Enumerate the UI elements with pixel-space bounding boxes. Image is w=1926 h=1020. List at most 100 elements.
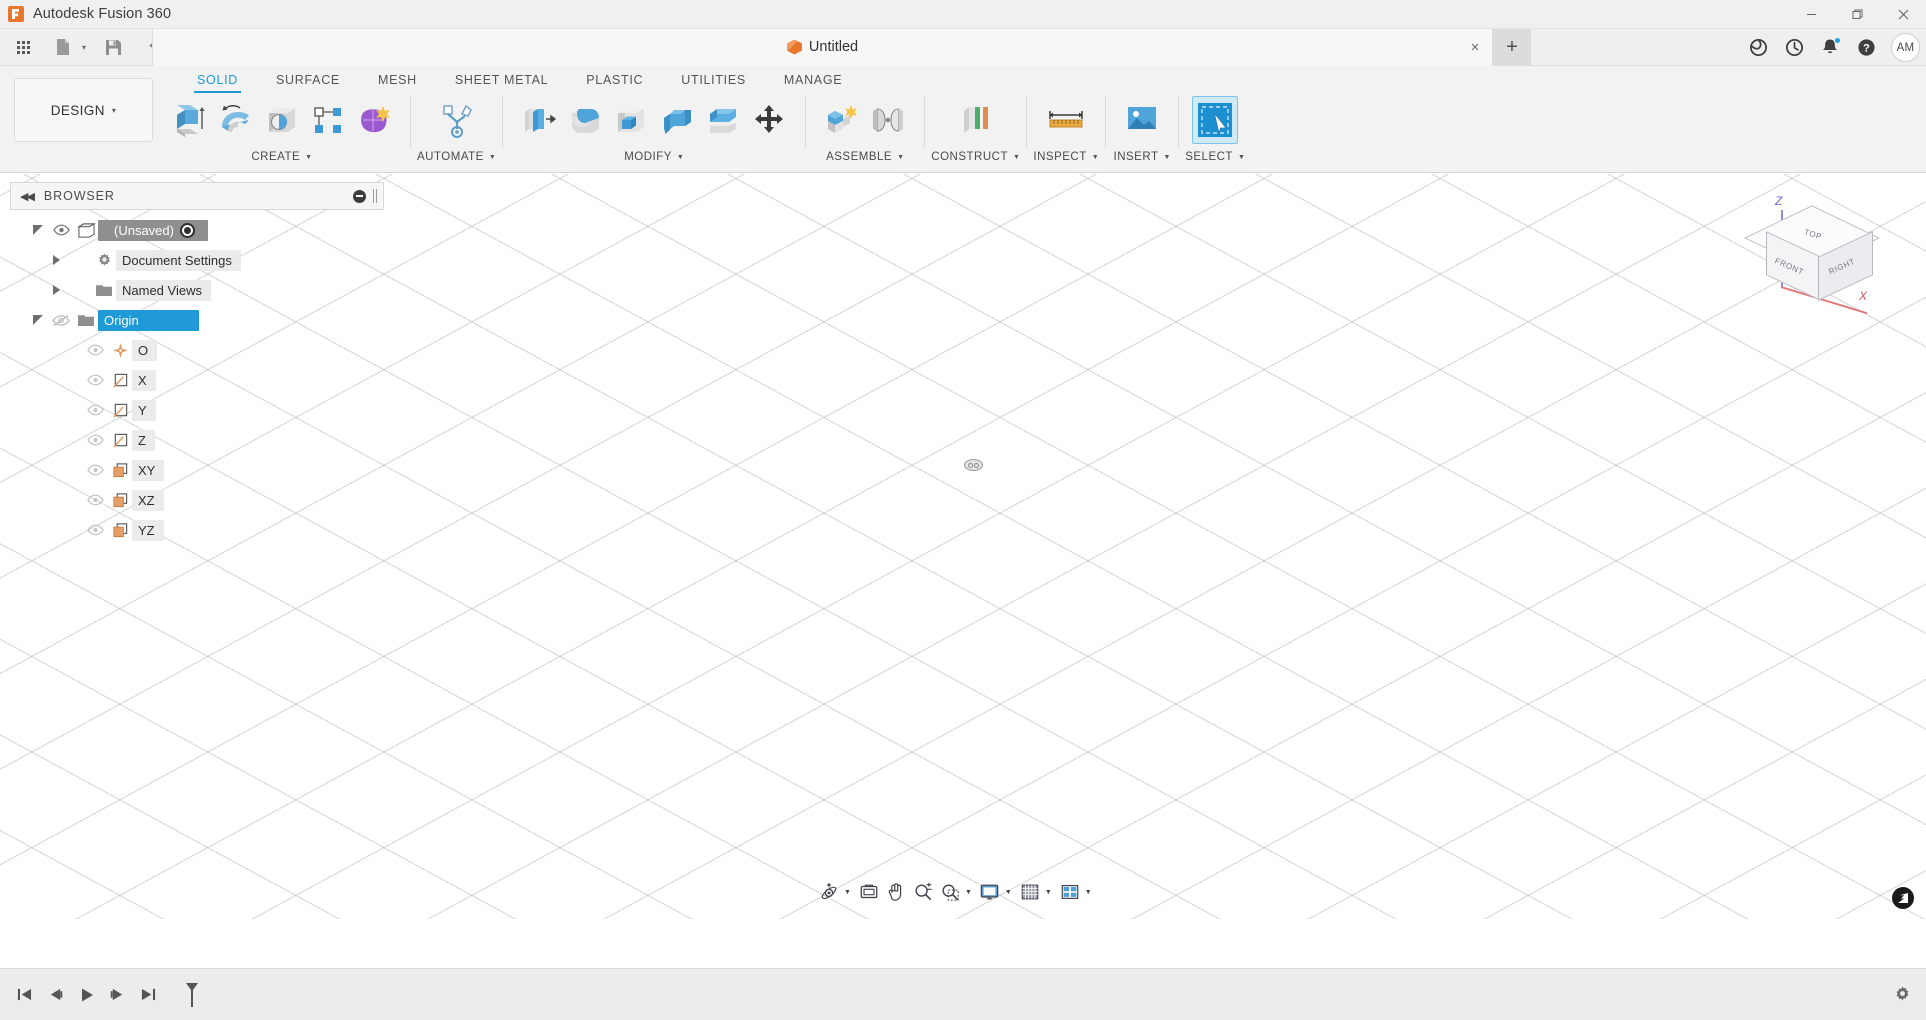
- viewport-layout-icon[interactable]: [1057, 879, 1083, 905]
- extensions-icon[interactable]: [1741, 31, 1775, 65]
- fillet-tool[interactable]: [562, 96, 608, 144]
- close-icon[interactable]: [1880, 0, 1926, 29]
- orbit-icon[interactable]: [816, 879, 842, 905]
- minimize-icon[interactable]: [1788, 0, 1834, 29]
- recent-icon[interactable]: [1777, 31, 1811, 65]
- tab-sheet-metal[interactable]: SHEET METAL: [436, 66, 567, 94]
- visibility-eye-icon[interactable]: [82, 485, 108, 515]
- panel-insert-label[interactable]: INSERT ▼: [1114, 151, 1171, 163]
- look-at-icon[interactable]: [856, 879, 882, 905]
- help-icon[interactable]: ?: [1849, 31, 1883, 65]
- file-icon[interactable]: [48, 32, 78, 62]
- tree-item-document-settings[interactable]: Document Settings: [10, 245, 384, 275]
- insert-image-tool[interactable]: [1119, 96, 1165, 144]
- zoom-window-icon[interactable]: [937, 879, 963, 905]
- visibility-eye-icon[interactable]: [82, 335, 108, 365]
- timeline-marker[interactable]: [176, 979, 207, 1010]
- combine-tool[interactable]: [654, 96, 700, 144]
- tab-solid[interactable]: SOLID: [178, 66, 257, 94]
- measure-tool[interactable]: [1043, 96, 1089, 144]
- viewport-layout-caret-icon[interactable]: ▼: [1084, 889, 1096, 896]
- panel-modify-label[interactable]: MODIFY ▼: [624, 151, 684, 163]
- activate-component-radio[interactable]: [179, 222, 195, 238]
- zoom-window-caret-icon[interactable]: ▼: [964, 889, 976, 896]
- orbit-caret-icon[interactable]: ▼: [843, 889, 855, 896]
- grid-snaps-caret-icon[interactable]: ▼: [1044, 889, 1056, 896]
- display-settings-icon[interactable]: [977, 879, 1003, 905]
- tab-surface[interactable]: SURFACE: [257, 66, 359, 94]
- collapse-left-icon[interactable]: ◀◀: [20, 190, 35, 203]
- file-caret-icon[interactable]: ▾: [78, 32, 90, 62]
- visibility-eye-icon[interactable]: [82, 515, 108, 545]
- select-tool[interactable]: [1192, 96, 1239, 144]
- view-cube[interactable]: Z X TOP FRONT RIGHT: [1744, 194, 1880, 315]
- visibility-eye-icon[interactable]: [82, 365, 108, 395]
- tab-plastic[interactable]: PLASTIC: [567, 66, 662, 94]
- close-icon[interactable]: ×: [1466, 38, 1484, 56]
- autodesk-badge-icon[interactable]: [1892, 887, 1914, 909]
- timeline-step-forward-button[interactable]: [102, 979, 133, 1010]
- avatar[interactable]: AM: [1891, 33, 1920, 62]
- timeline-go-end-button[interactable]: [133, 979, 164, 1010]
- revolve-tool[interactable]: [213, 96, 259, 144]
- visibility-eye-icon[interactable]: [82, 425, 108, 455]
- tab-utilities[interactable]: UTILITIES: [662, 66, 765, 94]
- shell-tool[interactable]: [608, 96, 654, 144]
- panel-assemble-label[interactable]: ASSEMBLE ▼: [826, 151, 904, 163]
- create-sketch-tool[interactable]: [305, 96, 351, 144]
- joint-tool[interactable]: [865, 96, 911, 144]
- new-component-tool[interactable]: [819, 96, 865, 144]
- expand-triangle-icon[interactable]: [46, 245, 66, 275]
- gear-icon[interactable]: [1893, 985, 1912, 1004]
- grid-snaps-icon[interactable]: [1017, 879, 1043, 905]
- minus-circle-icon[interactable]: [353, 189, 366, 203]
- maximize-icon[interactable]: [1834, 0, 1880, 29]
- tree-item-plane-yz[interactable]: YZ: [10, 515, 384, 545]
- hole-tool[interactable]: [259, 96, 305, 144]
- visibility-eye-icon[interactable]: [48, 215, 74, 245]
- tree-item-axis-y[interactable]: Y: [10, 395, 384, 425]
- tree-item-plane-xz[interactable]: XZ: [10, 485, 384, 515]
- create-form-tool[interactable]: [351, 96, 397, 144]
- expand-triangle-icon[interactable]: [28, 215, 48, 245]
- timeline-go-start-button[interactable]: [9, 979, 40, 1010]
- panel-divider: [410, 96, 411, 148]
- tree-item-origin[interactable]: Origin: [10, 305, 384, 335]
- tree-item-axis-x[interactable]: X: [10, 365, 384, 395]
- visibility-hidden-eye-icon[interactable]: [48, 305, 74, 335]
- tree-item-origin-point[interactable]: O: [10, 335, 384, 365]
- timeline-play-button[interactable]: [71, 979, 102, 1010]
- press-pull-tool[interactable]: [516, 96, 562, 144]
- visibility-eye-icon[interactable]: [82, 455, 108, 485]
- split-body-tool[interactable]: [700, 96, 746, 144]
- panel-inspect-label[interactable]: INSPECT ▼: [1033, 151, 1099, 163]
- tab-manage[interactable]: MANAGE: [765, 66, 861, 94]
- panel-create-label[interactable]: CREATE ▼: [251, 151, 312, 163]
- tree-item-named-views[interactable]: Named Views: [10, 275, 384, 305]
- pan-icon[interactable]: [883, 879, 909, 905]
- visibility-eye-icon[interactable]: [82, 395, 108, 425]
- move-copy-tool[interactable]: [746, 96, 792, 144]
- save-icon[interactable]: [98, 32, 128, 62]
- tree-item-unsaved[interactable]: (Unsaved): [10, 215, 384, 245]
- expand-triangle-icon[interactable]: [46, 275, 66, 305]
- new-tab-button[interactable]: +: [1493, 29, 1531, 66]
- zoom-icon[interactable]: [910, 879, 936, 905]
- resize-grip-icon[interactable]: [373, 189, 378, 203]
- workspace-switcher[interactable]: DESIGN ▾: [14, 78, 153, 142]
- tree-item-axis-z[interactable]: Z: [10, 425, 384, 455]
- notifications-icon[interactable]: [1813, 31, 1847, 65]
- automate-tool[interactable]: [434, 96, 480, 144]
- timeline-step-back-button[interactable]: [40, 979, 71, 1010]
- app-grid-icon[interactable]: [8, 32, 38, 62]
- extrude-tool[interactable]: [167, 96, 213, 144]
- panel-construct-label[interactable]: CONSTRUCT ▼: [931, 151, 1020, 163]
- display-settings-caret-icon[interactable]: ▼: [1004, 889, 1016, 896]
- expand-triangle-icon[interactable]: [28, 305, 48, 335]
- panel-automate-label[interactable]: AUTOMATE ▼: [417, 151, 496, 163]
- tab-mesh[interactable]: MESH: [359, 66, 436, 94]
- document-tab[interactable]: Untitled ×: [152, 29, 1493, 66]
- panel-select-label[interactable]: SELECT ▼: [1185, 151, 1245, 163]
- tree-item-plane-xy[interactable]: XY: [10, 455, 384, 485]
- offset-plane-tool[interactable]: [953, 96, 999, 144]
